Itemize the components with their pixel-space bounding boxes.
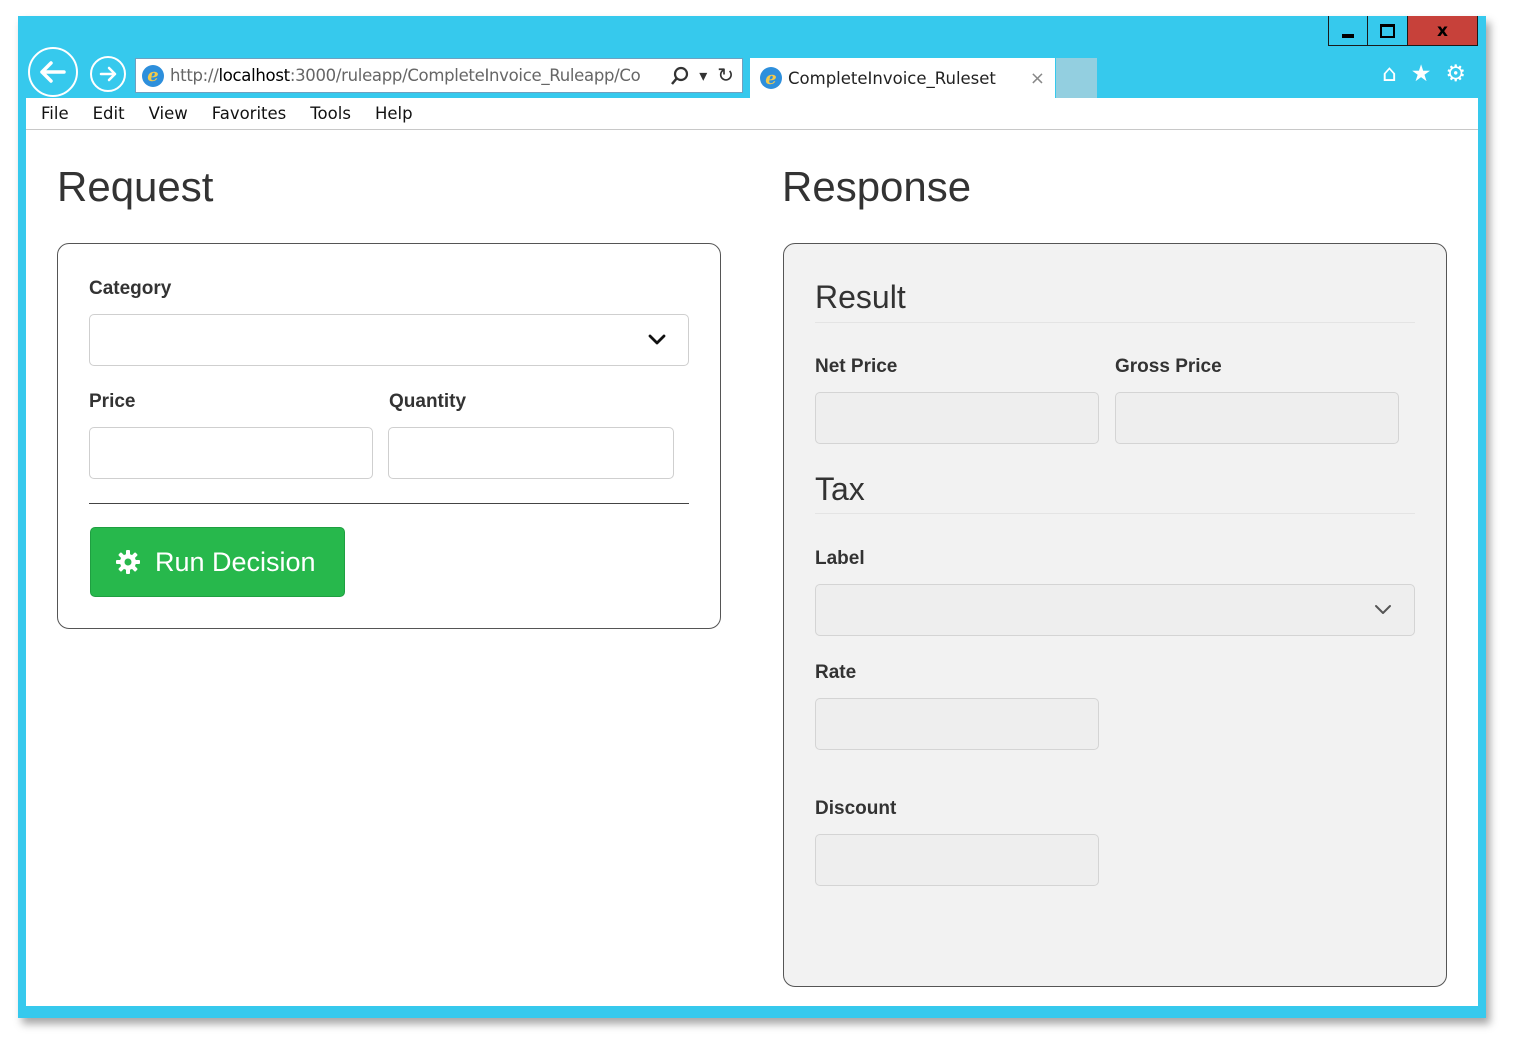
category-label: Category [89, 278, 172, 299]
settings-gear-icon[interactable]: ⚙ [1445, 60, 1466, 88]
close-window-button[interactable]: x [1408, 16, 1478, 46]
menu-favorites[interactable]: Favorites [212, 104, 287, 123]
tab-close-icon[interactable]: × [1030, 68, 1045, 89]
menu-tools[interactable]: Tools [310, 104, 351, 123]
window-controls: x [1328, 16, 1478, 47]
search-icon[interactable] [671, 66, 689, 86]
quantity-label: Quantity [389, 391, 467, 412]
ie-logo-icon: e [142, 64, 164, 87]
tax-divider [815, 513, 1415, 514]
request-divider [89, 503, 689, 504]
forward-button[interactable] [90, 56, 126, 92]
discount-field [815, 834, 1099, 886]
url-prefix: http:// [170, 66, 219, 85]
run-decision-label: Run Decision [155, 546, 316, 577]
address-dropdown-icon[interactable]: ▾ [699, 66, 707, 86]
tax-heading: Tax [815, 471, 865, 507]
menu-edit[interactable]: Edit [93, 104, 125, 123]
minimize-icon [1342, 33, 1354, 38]
request-panel: Category Price Quantity Run Decision [57, 243, 721, 629]
favorites-star-icon[interactable]: ★ [1411, 60, 1432, 88]
url-path: :3000/ruleapp/CompleteInvoice_Ruleapp/Co [289, 66, 641, 85]
maximize-button[interactable] [1368, 16, 1408, 46]
menu-file[interactable]: File [41, 104, 69, 123]
address-tools: ▾ ↻ [671, 63, 742, 88]
tab-ie-logo-icon: e [760, 67, 782, 89]
gross-price-field [1115, 392, 1399, 444]
menu-view[interactable]: View [149, 104, 188, 123]
minimize-button[interactable] [1328, 16, 1368, 46]
discount-label: Discount [815, 798, 897, 819]
request-title: Request [57, 163, 214, 210]
page-content: Request Category Price Quantity Run Deci… [26, 130, 1478, 1006]
url-text[interactable]: http://localhost:3000/ruleapp/CompleteIn… [170, 66, 671, 85]
net-price-label: Net Price [815, 356, 898, 377]
menu-help[interactable]: Help [375, 104, 413, 123]
menu-bar: File Edit View Favorites Tools Help [26, 98, 1478, 130]
price-label: Price [89, 391, 136, 412]
rate-label: Rate [815, 662, 857, 683]
chevron-down-icon [648, 334, 666, 345]
price-input[interactable] [89, 427, 373, 479]
net-price-field [815, 392, 1099, 444]
run-decision-button[interactable]: Run Decision [90, 527, 345, 597]
chevron-down-icon [1375, 605, 1391, 614]
gross-price-label: Gross Price [1115, 356, 1222, 377]
forward-arrow-icon [99, 66, 117, 82]
result-divider [815, 322, 1415, 323]
tax-label-select [815, 584, 1415, 636]
new-tab-button[interactable] [1056, 58, 1097, 98]
home-icon[interactable]: ⌂ [1382, 60, 1397, 88]
back-arrow-icon [40, 61, 66, 83]
tax-label-label: Label [815, 548, 865, 569]
maximize-icon [1380, 23, 1395, 38]
tab-title: CompleteInvoice_Ruleset [788, 68, 996, 88]
address-bar[interactable]: e http://localhost:3000/ruleapp/Complete… [135, 58, 743, 93]
gear-icon [116, 550, 140, 574]
refresh-icon[interactable]: ↻ [717, 63, 734, 88]
category-select[interactable] [89, 314, 689, 366]
url-host: localhost [218, 66, 290, 85]
tab-completeinvoice-ruleset[interactable]: e CompleteInvoice_Ruleset × [750, 58, 1055, 98]
close-icon: x [1437, 20, 1448, 41]
back-button[interactable] [28, 47, 78, 97]
quantity-input[interactable] [388, 427, 674, 479]
browser-toolbar: ⌂ ★ ⚙ [1382, 60, 1466, 88]
result-heading: Result [815, 279, 906, 315]
response-panel: Result Net Price Gross Price Tax Label R… [783, 243, 1447, 987]
response-title: Response [782, 163, 972, 210]
rate-field [815, 698, 1099, 750]
browser-window: x e http://localhost:3000/ruleapp/Comple… [18, 16, 1486, 1018]
